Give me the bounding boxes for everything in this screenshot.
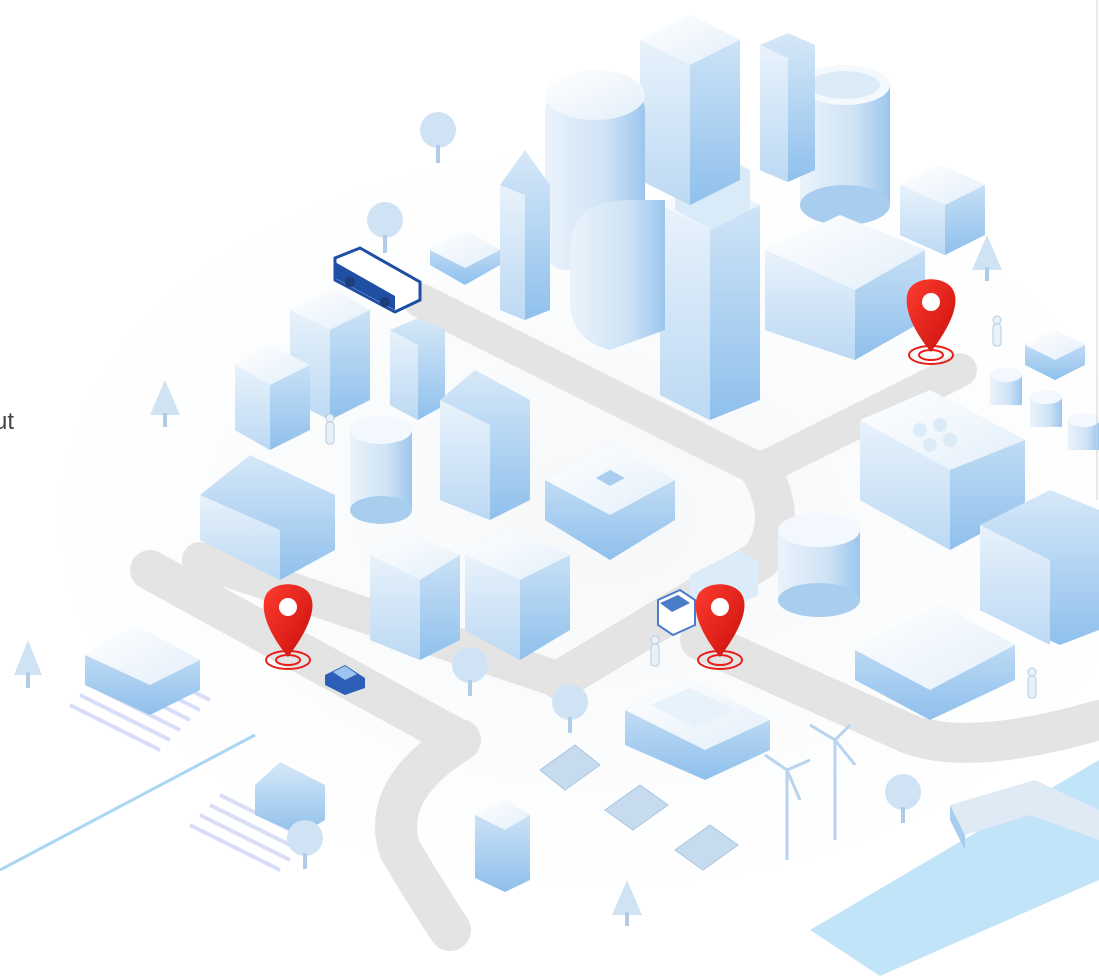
block-building bbox=[390, 318, 445, 420]
obelisk-tower bbox=[500, 150, 550, 320]
cylinder-building bbox=[778, 513, 860, 617]
skyscraper bbox=[640, 15, 740, 205]
isometric-city-illustration bbox=[0, 0, 1099, 976]
water-edge-line bbox=[0, 733, 256, 872]
cube-building bbox=[475, 800, 530, 892]
block-building bbox=[370, 535, 460, 660]
block-building bbox=[235, 345, 310, 450]
slim-tower bbox=[760, 33, 815, 182]
cylinder-building bbox=[350, 416, 412, 524]
curved-building bbox=[570, 200, 665, 350]
